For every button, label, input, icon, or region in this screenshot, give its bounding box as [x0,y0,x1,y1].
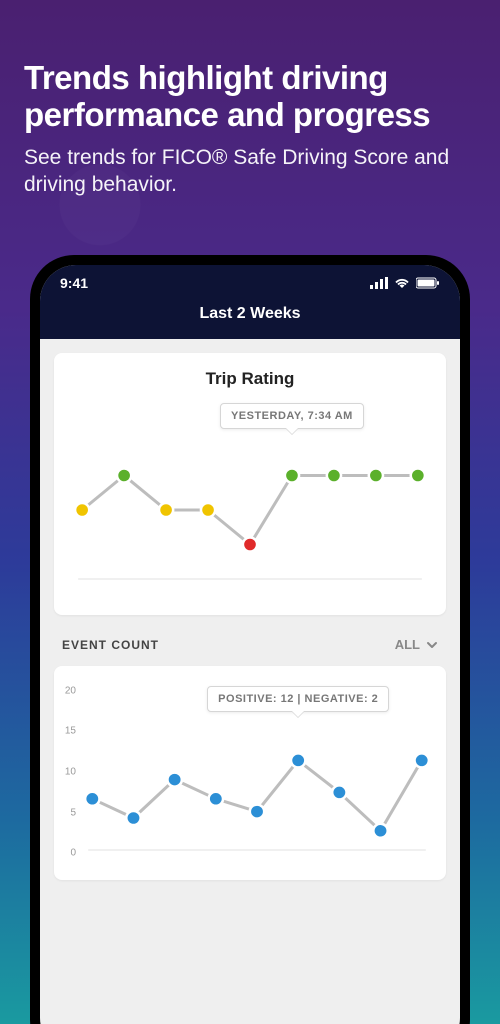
trip-rating-chart[interactable]: YESTERDAY, 7:34 AM [68,397,432,597]
ytick: 15 [65,725,76,736]
phone-frame: 9:41 Last 2 Weeks Trip Rating YESTERDAY,… [30,255,470,1024]
cellular-icon [370,277,388,289]
ytick: 20 [65,686,76,697]
event-count-label: EVENT COUNT [62,638,159,652]
ytick: 0 [70,848,76,859]
hero-subtitle: See trends for FICO® Safe Driving Score … [24,144,476,199]
status-icons [370,277,440,289]
event-count-filter[interactable]: ALL [395,637,438,652]
event-count-header: EVENT COUNT ALL [62,637,438,652]
trip-rating-title: Trip Rating [68,369,432,389]
ytick: 10 [65,767,76,778]
battery-icon [416,277,440,289]
status-time: 9:41 [60,275,88,291]
trip-rating-card: Trip Rating YESTERDAY, 7:34 AM [54,353,446,615]
event-count-tooltip: POSITIVE: 12 | NEGATIVE: 2 [207,686,389,712]
hero: Trends highlight driving performance and… [0,0,500,199]
app-topbar: 9:41 Last 2 Weeks [40,265,460,339]
ytick: 5 [70,808,76,819]
page-title: Last 2 Weeks [60,305,440,323]
app-promo-background: Trends highlight driving performance and… [0,0,500,1024]
phone-screen: 9:41 Last 2 Weeks Trip Rating YESTERDAY,… [40,265,460,1024]
event-count-chart[interactable]: 20 15 10 5 0 POSITIVE: 12 | NEGATIVE: 2 [82,682,432,862]
hero-title: Trends highlight driving performance and… [24,60,476,134]
chevron-down-icon [426,639,438,651]
event-count-card: 20 15 10 5 0 POSITIVE: 12 | NEGATIVE: 2 [54,666,446,880]
wifi-icon [394,277,410,289]
event-count-filter-label: ALL [395,637,420,652]
status-bar: 9:41 [60,275,440,291]
trip-rating-tooltip: YESTERDAY, 7:34 AM [220,403,364,429]
content-area: Trip Rating YESTERDAY, 7:34 AM EVENT COU… [40,339,460,1024]
